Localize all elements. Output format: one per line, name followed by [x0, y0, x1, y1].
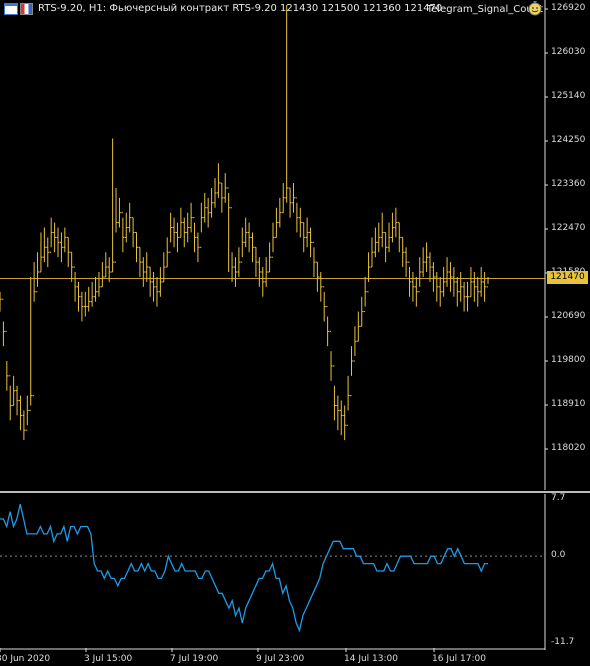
price-bars: [0, 5, 490, 441]
price-axis-label: 124250: [551, 135, 586, 145]
price-axis-label: 125140: [551, 91, 586, 101]
indicator-line: [0, 504, 488, 633]
price-axis-label: 118020: [551, 443, 586, 453]
price-axis-label: 120690: [551, 311, 586, 321]
time-axis-label: 3 Jul 15:00: [84, 654, 133, 664]
time-axis-label: 7 Jul 19:00: [170, 654, 219, 664]
expert-name[interactable]: Telegram_Signal_Count: [427, 4, 543, 15]
price-axis-label: 118910: [551, 399, 586, 409]
chart-header: RTS-9.20, H1: Фьючерсный контракт RTS-9.…: [38, 3, 443, 14]
time-axis-label: 16 Jul 17:00: [432, 654, 486, 664]
indicator-axis-label: 0.0: [551, 550, 566, 561]
time-axis-label: 9 Jul 23:00: [256, 654, 305, 664]
current-price-tag: 121470: [547, 271, 588, 284]
price-axis-label: 126030: [551, 47, 586, 57]
chart-canvas[interactable]: [0, 0, 590, 666]
indicator-axis-label: -11.7: [551, 637, 575, 647]
price-axis-label: 119800: [551, 355, 586, 365]
price-axis-label: 123360: [551, 179, 586, 189]
indicator-axis-label: 7.7: [551, 493, 566, 503]
time-axis-label: 14 Jul 13:00: [344, 654, 398, 664]
price-axis-label: 122470: [551, 223, 586, 233]
time-axis-label: 30 Jun 2020: [0, 654, 51, 664]
symbol-flag-icon: [20, 3, 33, 15]
chart-window-icon[interactable]: [4, 3, 18, 15]
price-axis-label: 126920: [551, 3, 586, 13]
expert-smiley-icon[interactable]: [527, 1, 543, 17]
